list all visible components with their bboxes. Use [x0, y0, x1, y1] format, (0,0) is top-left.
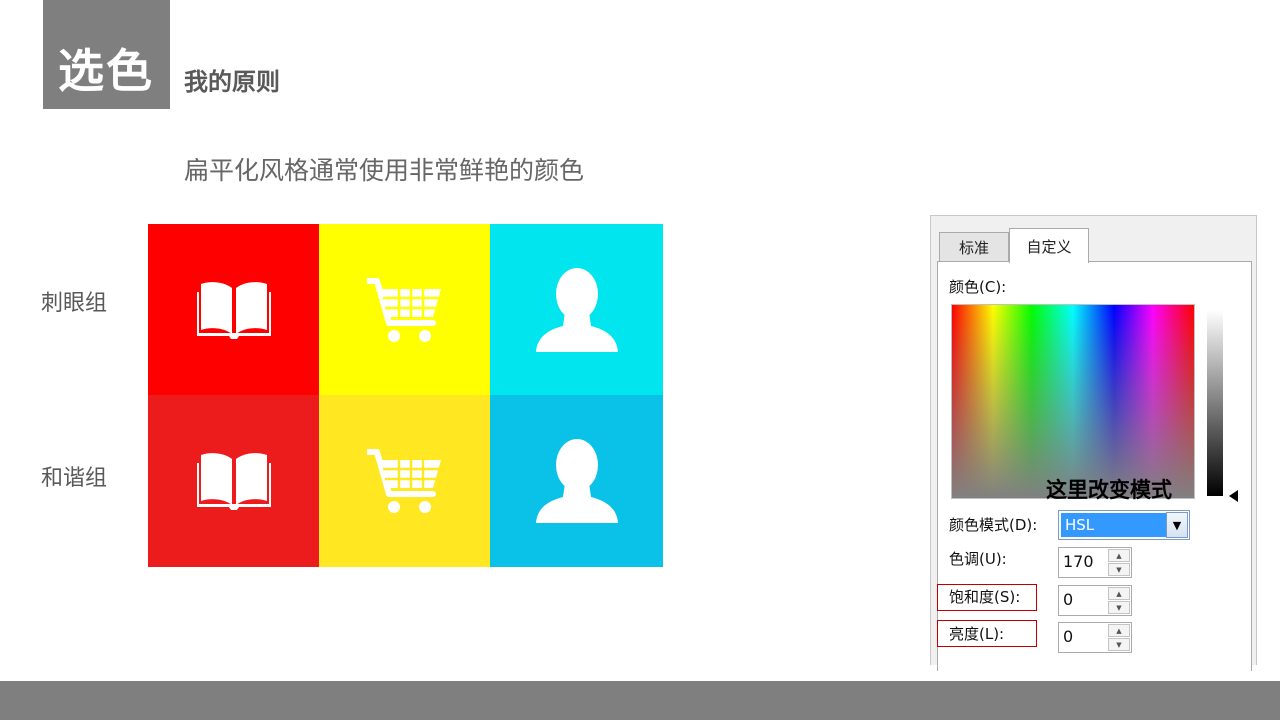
- stepper-down-icon[interactable]: ▼: [1108, 638, 1130, 651]
- color-spectrum[interactable]: [951, 304, 1195, 499]
- color-mode-value: HSL: [1061, 513, 1166, 537]
- tab-standard[interactable]: 标准: [939, 232, 1009, 262]
- stepper-up-icon[interactable]: ▲: [1108, 587, 1130, 600]
- tab-custom[interactable]: 自定义: [1009, 228, 1089, 263]
- hue-input[interactable]: 170 ▲ ▼: [1058, 547, 1132, 578]
- slide-subtitle: 我的原则: [184, 68, 280, 96]
- saturation-value: 0: [1063, 590, 1074, 609]
- intro-text: 扁平化风格通常使用非常鲜艳的颜色: [184, 156, 585, 185]
- stepper-down-icon[interactable]: ▼: [1108, 601, 1130, 614]
- lightness-stepper[interactable]: ▲ ▼: [1108, 624, 1130, 651]
- saturation-stepper[interactable]: ▲ ▼: [1108, 587, 1130, 614]
- group-label-harmonious: 和谐组: [41, 466, 108, 491]
- tile-glaring-cart: [319, 224, 490, 395]
- hue-stepper[interactable]: ▲ ▼: [1108, 549, 1130, 576]
- shopping-cart-icon: [366, 449, 441, 513]
- lightness-input[interactable]: 0 ▲ ▼: [1058, 622, 1132, 653]
- stepper-up-icon[interactable]: ▲: [1108, 549, 1130, 562]
- tile-glaring-user: [490, 224, 663, 395]
- tile-harmonious-book: [148, 395, 319, 567]
- saturation-highlight-box: [937, 584, 1037, 611]
- hue-value: 170: [1063, 552, 1094, 571]
- user-icon: [535, 267, 618, 352]
- group-label-glaring: 刺眼组: [41, 291, 108, 316]
- saturation-input[interactable]: 0 ▲ ▼: [1058, 585, 1132, 616]
- stepper-down-icon[interactable]: ▼: [1108, 563, 1130, 576]
- tile-harmonious-cart: [319, 395, 490, 567]
- tile-harmonious-user: [490, 395, 663, 567]
- mode-annotation: 这里改变模式: [1046, 478, 1172, 502]
- color-label: 颜色(C):: [949, 278, 1007, 296]
- shopping-cart-icon: [366, 277, 441, 342]
- user-icon: [535, 439, 618, 523]
- hue-label: 色调(U):: [949, 550, 1007, 568]
- bottom-bar: [0, 681, 1280, 720]
- lightness-highlight-box: [937, 620, 1037, 647]
- lightness-value: 0: [1063, 627, 1074, 646]
- slide-title: 选色: [58, 44, 154, 98]
- luminance-arrow-icon[interactable]: [1229, 490, 1238, 502]
- book-icon: [196, 281, 271, 339]
- color-mode-label: 颜色模式(D):: [949, 516, 1038, 534]
- chevron-down-icon[interactable]: ▼: [1166, 512, 1188, 538]
- luminance-slider[interactable]: [1207, 310, 1223, 496]
- stepper-up-icon[interactable]: ▲: [1108, 624, 1130, 637]
- book-icon: [196, 453, 271, 510]
- tile-glaring-book: [148, 224, 319, 395]
- color-mode-select[interactable]: HSL ▼: [1058, 510, 1190, 540]
